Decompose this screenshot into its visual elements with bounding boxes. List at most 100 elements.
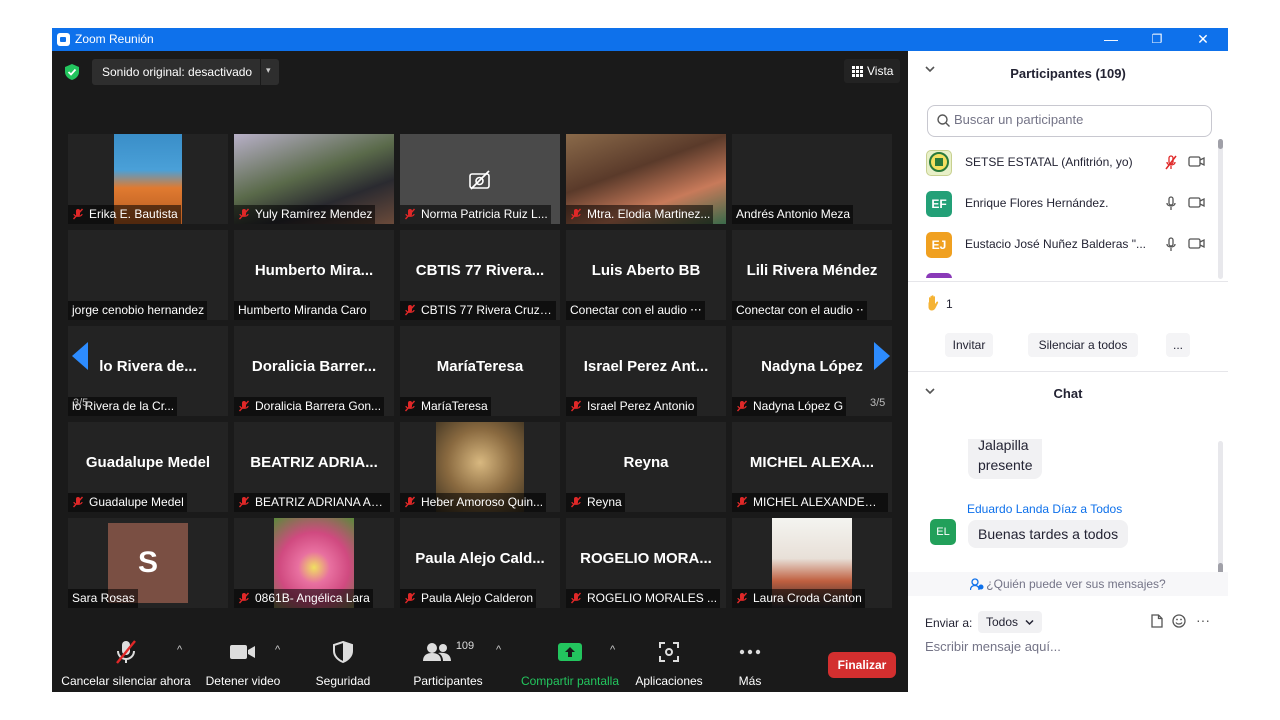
participant-list-scrollbar[interactable] [1218, 139, 1223, 279]
participant-row[interactable]: SETSE ESTATAL (Anfitrión, yo) [908, 143, 1220, 183]
video-tile[interactable]: Erika E. Bautista [68, 134, 228, 224]
participant-name: Norma Patricia Ruiz L... [421, 207, 548, 221]
video-tile[interactable]: Mtra. Elodia Martinez... [566, 134, 726, 224]
invite-button[interactable]: Invitar [945, 333, 993, 357]
video-tile[interactable]: Doralicia Barrer... Doralicia Barrera Gon… [234, 326, 394, 416]
muted-mic-icon [72, 208, 84, 220]
send-to-dropdown[interactable]: Todos [978, 611, 1043, 633]
participants-more-button[interactable]: ... [1166, 333, 1190, 357]
share-screen-icon [558, 643, 582, 661]
video-options-caret[interactable]: ^ [275, 644, 280, 656]
restore-button[interactable]: ❐ [1134, 28, 1180, 51]
video-tile[interactable]: Heber Amoroso Quin... [400, 422, 560, 512]
video-tile[interactable]: MaríaTeresa MaríaTeresa [400, 326, 560, 416]
video-tile[interactable]: Luis Aberto BB Conectar con el audio ⋅⋅⋅ [566, 230, 726, 320]
divider [908, 281, 1228, 282]
video-tile[interactable]: Paula Alejo Cald... Paula Alejo Calderon [400, 518, 560, 608]
chat-scrollbar[interactable] [1218, 441, 1223, 575]
mic-icon[interactable] [1165, 237, 1177, 252]
share-screen-button[interactable]: Compartir pantalla [518, 636, 622, 688]
participant-row[interactable]: EJ Eustacio José Nuñez Balderas "... [908, 225, 1220, 265]
mute-all-button[interactable]: Silenciar a todos [1028, 333, 1138, 357]
security-label: Seguridad [315, 674, 371, 688]
video-tile[interactable]: ROGELIO MORA... ROGELIO MORALES ... [566, 518, 726, 608]
participant-name: CBTIS 77 Rivera Cruz ... [421, 303, 554, 317]
who-can-see-messages[interactable]: ¿Quién puede ver sus mensajes? [908, 572, 1228, 596]
participant-name-label: Doralicia Barrera Gon... [234, 397, 385, 416]
apps-button[interactable]: Aplicaciones [630, 636, 708, 688]
video-tile[interactable]: Norma Patricia Ruiz L... [400, 134, 560, 224]
participant-name-label: Reyna [566, 493, 625, 512]
end-meeting-button[interactable]: Finalizar [828, 652, 896, 678]
muted-mic-icon [736, 592, 748, 604]
video-tile[interactable]: jorge cenobio hernandez [68, 230, 228, 320]
unmute-button[interactable]: Cancelar silenciar ahora [60, 636, 192, 688]
setse-logo-icon [929, 152, 949, 172]
more-button[interactable]: Más [728, 636, 772, 688]
participant-display-name: Lili Rivera Méndez [746, 262, 878, 279]
title-bar: Zoom Reunión — ❐ ✕ [52, 28, 1228, 51]
participant-name: Mtra. Elodia Martinez... [587, 207, 711, 221]
video-tile[interactable]: S Sara Rosas [68, 518, 228, 608]
chat-message-input[interactable] [925, 639, 1215, 654]
participant-row[interactable]: EF Enrique Flores Hernández. [908, 184, 1220, 224]
search-input[interactable] [954, 112, 1204, 127]
apps-label: Aplicaciones [635, 674, 703, 688]
chat-message-bubble: Jalapilla presente [968, 439, 1043, 479]
participant-display-name: Guadalupe Medel [85, 454, 211, 471]
raised-hands-indicator[interactable]: 1 [926, 295, 953, 311]
participant-avatar: EF [926, 191, 952, 217]
muted-mic-icon [404, 496, 416, 508]
video-tile[interactable]: Lili Rivera Méndez Conectar con el audio … [732, 230, 892, 320]
video-camera-icon[interactable] [1188, 197, 1205, 208]
stop-video-button[interactable]: Detener video [200, 636, 286, 688]
file-icon[interactable] [1151, 614, 1163, 628]
participant-name-label: Erika E. Bautista [68, 205, 181, 224]
emoji-icon[interactable] [1172, 614, 1186, 628]
muted-mic-icon [404, 208, 416, 220]
audio-options-caret[interactable]: ^ [177, 644, 182, 656]
video-tile[interactable]: Humberto Mira... Humberto Miranda Caro [234, 230, 394, 320]
chat-header: Chat [908, 372, 1228, 416]
video-tile[interactable]: CBTIS 77 Rivera... CBTIS 77 Rivera Cruz .… [400, 230, 560, 320]
chat-more-button[interactable]: ··· [1196, 612, 1210, 628]
video-tile[interactable]: BEATRIZ ADRIA... BEATRIZ ADRIANA AL... [234, 422, 394, 512]
muted-mic-icon [404, 592, 416, 604]
video-tile[interactable]: Guadalupe Medel Guadalupe Medel [68, 422, 228, 512]
zoom-window: Zoom Reunión — ❐ ✕ Sonido original: desa… [52, 28, 1228, 692]
sound-options-caret[interactable]: ▾ [266, 65, 271, 76]
muted-mic-icon[interactable] [1165, 155, 1177, 170]
view-button[interactable]: Vista [844, 59, 900, 83]
video-tile[interactable]: Yuly Ramírez Mendez [234, 134, 394, 224]
video-tile[interactable]: Laura Croda Canton [732, 518, 892, 608]
minimize-button[interactable]: — [1088, 28, 1134, 51]
scrollbar-thumb[interactable] [1218, 139, 1223, 149]
share-options-caret[interactable]: ^ [610, 644, 615, 656]
video-tile[interactable]: 0861B- Angélica Lara [234, 518, 394, 608]
video-tile[interactable]: Andrés Antonio Meza [732, 134, 892, 224]
video-tile[interactable]: Reyna Reyna [566, 422, 726, 512]
mic-icon[interactable] [1165, 196, 1177, 211]
participant-name: MICHEL ALEXANDER ... [753, 495, 887, 509]
participant-row[interactable]: RMRodolfo Martínez Muñoz [908, 266, 1220, 278]
video-camera-icon [230, 645, 255, 659]
participant-name-label: 0861B- Angélica Lara [234, 589, 373, 608]
participant-search[interactable] [927, 105, 1212, 137]
encryption-shield-icon[interactable] [65, 64, 79, 80]
participants-button[interactable]: 109 Participantes [408, 636, 488, 688]
security-button[interactable]: Seguridad [310, 636, 376, 688]
participants-options-caret[interactable]: ^ [496, 644, 501, 656]
participant-display-name: Israel Perez Ant... [583, 358, 709, 375]
participant-name-label: CBTIS 77 Rivera Cruz ... [400, 301, 556, 320]
participant-name: Enrique Flores Hernández. [965, 196, 1109, 210]
video-camera-icon[interactable] [1188, 238, 1205, 249]
video-camera-icon[interactable] [1188, 156, 1205, 167]
page-indicator-left: 3/5 [73, 397, 89, 409]
video-tile[interactable]: MICHEL ALEXA... MICHEL ALEXANDER ... [732, 422, 892, 512]
original-sound-button[interactable]: Sonido original: desactivado ▾ [92, 59, 279, 85]
close-button[interactable]: ✕ [1180, 28, 1226, 51]
video-grid: Erika E. Bautista Yuly Ramírez Mendez Norm… [68, 134, 892, 608]
video-tile[interactable]: Israel Perez Ant... Israel Perez Antonio [566, 326, 726, 416]
muted-mic-icon [238, 208, 250, 220]
participant-name-label: MaríaTeresa [400, 397, 491, 416]
